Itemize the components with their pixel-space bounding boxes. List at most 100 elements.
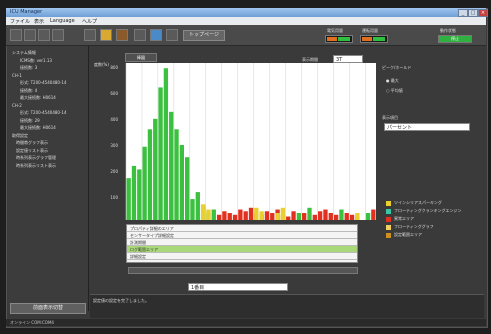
graph-icon[interactable]	[100, 29, 112, 41]
histogram-bar	[131, 165, 137, 220]
histogram-bar	[365, 213, 371, 220]
menu-help[interactable]: ヘルプ	[82, 18, 97, 25]
status-bar	[6, 319, 486, 326]
histogram-bar	[286, 216, 291, 220]
display-item-select[interactable]: パーセント	[384, 123, 470, 131]
histogram-bar	[227, 213, 232, 220]
sidebar-tree-item[interactable]: 最大接続数: H0614	[20, 95, 56, 101]
minimize-button[interactable]: _	[458, 9, 468, 17]
menu-language[interactable]: Language	[50, 18, 75, 24]
radio-average[interactable]: ○ 平均値	[386, 88, 403, 94]
legend-swatch	[386, 232, 391, 238]
histogram-bar	[312, 214, 317, 220]
histogram-bar	[126, 178, 131, 220]
histogram-bar	[169, 111, 174, 220]
sidebar-tree-item[interactable]: 時間帯グラフ表示	[16, 140, 48, 146]
histogram-bar	[248, 207, 254, 220]
radio-average-label: 平均値	[390, 88, 403, 93]
stat3-label: 動作状態	[440, 28, 456, 33]
histogram-bar	[302, 213, 307, 220]
table-select[interactable]: 1番目	[188, 283, 288, 291]
histogram-bar	[206, 209, 211, 220]
sidebar-tree-item[interactable]: 形式: T200-4540480-14	[20, 80, 67, 86]
sidebar-tree-item[interactable]: 設定値リスト表示	[16, 148, 48, 154]
histogram-bar	[238, 209, 243, 220]
close-button[interactable]: ×	[478, 9, 488, 17]
sidebar-tree-item[interactable]: 取得設定	[12, 133, 28, 139]
maximize-button[interactable]: □	[468, 9, 478, 17]
top-page-button[interactable]: トップページ	[183, 30, 225, 41]
legend-item: フローティンググラフ	[386, 224, 434, 230]
histogram-bar	[142, 146, 147, 220]
title-bar[interactable]	[6, 8, 486, 17]
y-tick-label: 200	[110, 169, 118, 174]
chart-icon[interactable]	[166, 29, 178, 41]
legend-label: 設定範囲エリア	[394, 232, 422, 237]
y-tick-label: 300	[110, 143, 118, 148]
histogram-bar	[179, 144, 185, 220]
histogram-bar	[323, 209, 328, 220]
range-select[interactable]: 3T	[333, 55, 363, 63]
histogram-bar	[153, 118, 158, 220]
sidebar-tree-item[interactable]: 接続数: 4	[20, 88, 37, 94]
stat1-meter	[325, 35, 353, 43]
sidebar-tree-item[interactable]: 最大接続数: H0614	[20, 125, 56, 131]
legend-label: フローティングクランキングエンジン	[394, 208, 462, 213]
legend-swatch	[386, 200, 391, 206]
log-message: 設定値の設定を完了しました。	[93, 298, 149, 303]
status-text: オンライン COM:COM4	[10, 320, 54, 325]
histogram-bar	[259, 211, 264, 220]
stat2-meter	[360, 35, 388, 43]
table-row[interactable]: 計測期間	[127, 239, 357, 246]
histogram-bar	[339, 209, 344, 220]
front-display-button[interactable]: 前面表示切替	[10, 303, 86, 314]
histogram-bar	[190, 199, 195, 220]
menu-file[interactable]: ファイル	[10, 18, 30, 25]
table-row[interactable]: 詳細設定	[127, 253, 357, 260]
open-icon[interactable]	[10, 29, 22, 41]
legend-item: ツインシリアスパーキング	[386, 200, 442, 206]
legend-label: フローティンググラフ	[394, 224, 434, 229]
device-icon[interactable]	[116, 29, 128, 41]
sidebar-tree-item[interactable]: 時系列表示リスト表示	[16, 163, 56, 169]
horizontal-scrollbar[interactable]	[128, 267, 358, 274]
monitor-icon[interactable]	[150, 29, 162, 41]
sidebar-tree-item[interactable]: 接続数: 3	[20, 65, 37, 71]
radio-max[interactable]: ● 最大	[386, 78, 399, 84]
histogram-bar	[185, 157, 190, 220]
sidebar-tree-item[interactable]: 接続数: 29	[20, 118, 40, 124]
peak-hold-label: ピーク/ホールド	[382, 65, 412, 70]
legend-item: 異常エリア	[386, 216, 414, 222]
sidebar-tree-item[interactable]: 形式: T200-4540480-14	[20, 110, 67, 116]
histogram-bar	[232, 214, 238, 220]
list-icon[interactable]	[134, 29, 146, 41]
status-indicator: 停止	[438, 35, 472, 43]
sidebar-tree-item[interactable]: CH-2	[12, 103, 22, 108]
grid-icon[interactable]	[84, 29, 96, 41]
menu-view[interactable]: 表示	[34, 18, 44, 25]
y-tick-label: 600	[110, 91, 118, 96]
plot-area	[126, 63, 376, 220]
histogram-bar	[280, 207, 286, 220]
sidebar-tree-item[interactable]: ICMS数: ver1.13	[20, 58, 52, 64]
window-title: ICU Manager	[10, 9, 43, 15]
histogram-bar	[174, 129, 179, 220]
settings-icon[interactable]	[52, 29, 64, 41]
save-icon[interactable]	[24, 29, 36, 41]
histogram-bar	[270, 213, 275, 220]
table-row[interactable]: センサータイプ詳細設定	[127, 232, 357, 239]
histogram-bar	[328, 213, 333, 220]
print-icon[interactable]	[38, 29, 50, 41]
sidebar-tree-item[interactable]: システム情報	[12, 50, 36, 56]
table-row[interactable]: ログ範囲エリア	[127, 246, 357, 253]
histogram-bar	[344, 213, 349, 220]
sidebar-tree-item[interactable]: 時系列表示グラフ管理	[16, 155, 56, 161]
table-row[interactable]: プロパティ詳細のエリア	[127, 225, 357, 232]
legend-label: ツインシリアスパーキング	[394, 200, 442, 205]
histogram-bar	[307, 207, 312, 220]
log-panel	[90, 294, 484, 318]
histogram-chart: 800 600 400 300 200 100	[110, 63, 376, 220]
legend-item: 設定範囲エリア	[386, 232, 422, 238]
sidebar-tree-item[interactable]: CH-1	[12, 73, 22, 78]
legend-swatch	[386, 216, 391, 222]
